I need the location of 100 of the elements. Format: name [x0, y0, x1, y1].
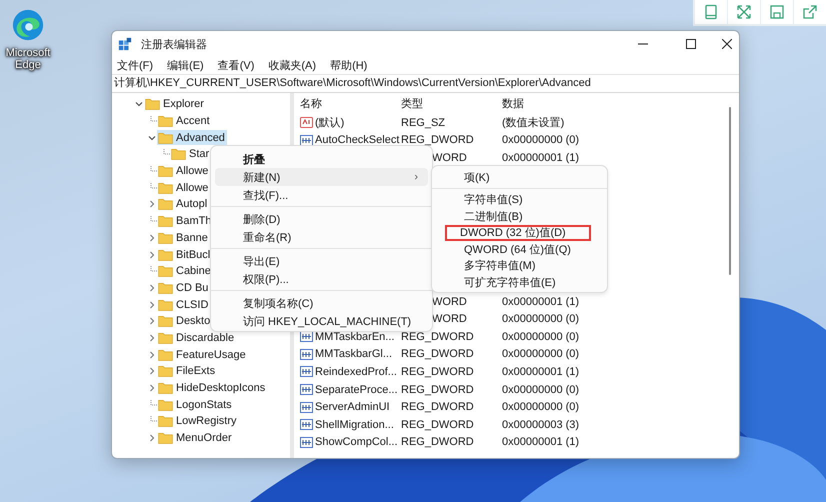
context-menu-item[interactable]: 权限(P)...	[215, 270, 428, 288]
value-data: 0x00000000 (0)	[502, 313, 580, 326]
column-header[interactable]: 数据	[502, 96, 603, 111]
tree-item[interactable]: CD Bu	[157, 280, 210, 296]
value-name[interactable]: ShowCompCol...	[315, 436, 398, 448]
window-title: 注册表编辑器	[141, 38, 207, 52]
chevron-right-icon[interactable]	[147, 383, 157, 394]
chevron-right-icon[interactable]	[147, 433, 157, 444]
context-menu-item[interactable]: 访问 HKEY_LOCAL_MACHINE(T)	[215, 312, 428, 330]
tree-item[interactable]: FeatureUsage	[157, 347, 248, 362]
context-menu-item[interactable]: 重命名(R)	[215, 228, 428, 246]
submenu-item[interactable]: 项(K)	[436, 169, 603, 186]
tree-item[interactable]: MenuOrder	[157, 430, 234, 446]
tree-item[interactable]: Banne	[157, 230, 210, 246]
tree-item[interactable]: Deskto	[157, 314, 212, 329]
folder-icon	[158, 198, 173, 210]
value-data: 0x00000000 (0)	[502, 134, 580, 146]
save-icon[interactable]	[761, 0, 793, 24]
folder-icon	[158, 232, 173, 244]
menu-item[interactable]: 编辑(E)	[164, 58, 207, 73]
scrollbar-thumb[interactable]	[729, 107, 731, 275]
folder-icon	[158, 282, 173, 294]
menu-item[interactable]: 查看(V)	[214, 58, 258, 73]
folder-icon	[158, 215, 173, 228]
binary-value-icon	[300, 400, 313, 414]
browser-logo-icon[interactable]	[11, 8, 45, 42]
chevron-right-icon[interactable]	[147, 316, 157, 326]
tree-item[interactable]: FileExts	[157, 364, 218, 379]
tree-item[interactable]: CLSID	[157, 297, 210, 312]
tree-item[interactable]: Advanced	[157, 130, 227, 146]
value-type: REG_DWORD	[401, 330, 474, 343]
tablet-icon[interactable]	[695, 0, 727, 24]
submenu-item[interactable]: 二进制值(B)	[436, 208, 603, 224]
tree-item[interactable]: BitBucl	[157, 247, 212, 262]
tree-item[interactable]: Accent	[157, 114, 212, 129]
menu-item[interactable]: 文件(F)	[114, 58, 156, 73]
folder-icon	[158, 298, 173, 311]
folder-icon	[158, 182, 173, 194]
value-name[interactable]: MMTaskbarGl...	[315, 348, 392, 360]
submenu-item[interactable]: 字符串值(S)	[436, 192, 603, 208]
value-data: 0x00000000 (0)	[502, 348, 580, 360]
value-name[interactable]: AutoCheckSelect	[315, 134, 400, 146]
chevron-right-icon[interactable]	[147, 350, 157, 360]
maximize-icon	[686, 39, 696, 49]
folder-icon	[158, 248, 173, 261]
value-type: REG_DWORD	[401, 348, 474, 360]
menu-item[interactable]: 收藏夹(A)	[265, 58, 320, 73]
chevron-right-icon[interactable]	[147, 332, 157, 343]
tree-item[interactable]: HideDesktopIcons	[157, 380, 268, 396]
submenu-item[interactable]: QWORD (64 位)值(Q)	[436, 241, 603, 258]
submenu-item[interactable]: DWORD (32 位)值(D)	[445, 224, 591, 241]
value-data: 0x00000001 (1)	[502, 296, 580, 308]
context-menu-item[interactable]: 新建(N) ›	[215, 168, 428, 186]
menu-item[interactable]: 帮助(H)	[327, 58, 370, 73]
submenu-item[interactable]: 可扩充字符串值(E)	[436, 274, 603, 290]
value-name[interactable]: ShellMigration...	[315, 418, 394, 431]
chevron-right-icon[interactable]	[147, 199, 157, 210]
expand-icon[interactable]	[728, 0, 760, 24]
value-name[interactable]: ServerAdminUI	[315, 401, 390, 414]
chevron-right-icon[interactable]	[147, 282, 157, 293]
context-menu-item[interactable]: 复制项名称(C)	[215, 294, 428, 312]
value-data: 0x00000000 (0)	[502, 384, 580, 396]
value-data: 0x00000000 (0)	[502, 330, 580, 343]
value-name[interactable]: (默认)	[315, 115, 344, 130]
folder-icon	[158, 365, 173, 378]
value-name[interactable]: ReindexedProf...	[315, 366, 397, 378]
column-header[interactable]: 类型	[401, 96, 502, 111]
tree-item[interactable]: Star	[170, 146, 212, 162]
submenu-item[interactable]: 多字符串值(M)	[436, 258, 603, 274]
context-menu-item[interactable]: 查找(F)...	[215, 186, 428, 204]
tree-item[interactable]: LogonStats	[157, 397, 234, 412]
binary-value-icon	[300, 436, 313, 449]
chevron-right-icon[interactable]	[147, 300, 157, 310]
context-menu-item[interactable]: 折叠	[215, 150, 428, 168]
value-name[interactable]: SeparateProce...	[315, 384, 398, 396]
value-type: REG_DWORD	[401, 134, 474, 146]
chevron-right-icon[interactable]	[147, 232, 157, 243]
tree-item[interactable]: Autopl	[157, 196, 210, 212]
value-data: 0x00000000 (0)	[502, 401, 580, 414]
tree-item[interactable]: LowRegistry	[157, 414, 239, 429]
chevron-right-icon[interactable]	[147, 250, 157, 260]
folder-icon	[158, 165, 173, 178]
folder-icon	[158, 315, 173, 328]
tree-item[interactable]: Explorer	[144, 96, 206, 112]
chevron-right-icon[interactable]	[147, 366, 157, 376]
share-icon[interactable]	[794, 0, 826, 24]
folder-icon	[158, 132, 173, 144]
binary-value-icon	[300, 365, 313, 378]
context-menu-item[interactable]: 导出(E)	[215, 252, 428, 270]
address-bar[interactable]: 计算机\HKEY_CURRENT_USER\Software\Microsoft\Windows\CurrentVersion\Explorer\Advanced	[112, 74, 739, 93]
tree-item[interactable]: Discardable	[157, 330, 236, 346]
tree-item[interactable]: Cabine	[157, 264, 213, 279]
folder-icon	[158, 398, 173, 411]
value-name[interactable]: MMTaskbarEn...	[315, 330, 394, 343]
registry-app-icon	[118, 37, 132, 51]
tree-item[interactable]: Allowe	[157, 180, 210, 196]
folder-icon	[158, 348, 173, 361]
column-header[interactable]: 名称	[300, 96, 401, 111]
context-menu-item[interactable]: 删除(D)	[215, 210, 428, 228]
tree-item[interactable]: Allowe	[157, 164, 210, 179]
